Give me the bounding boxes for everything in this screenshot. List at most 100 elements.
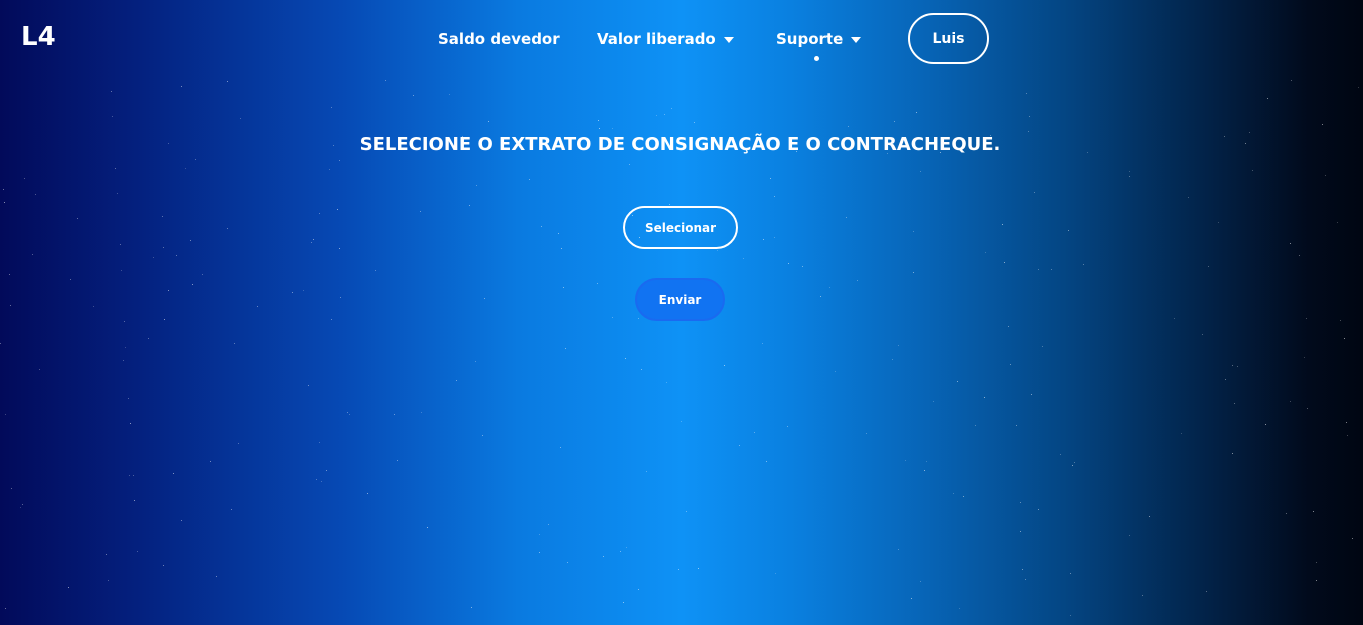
star-dot <box>190 240 191 241</box>
star-dot <box>894 121 895 122</box>
star-dot <box>181 86 182 87</box>
star-dot <box>1129 171 1130 172</box>
star-dot <box>134 500 135 501</box>
star-dot <box>32 254 33 255</box>
star-dot <box>959 608 960 609</box>
star-dot <box>108 580 109 581</box>
star-dot <box>10 305 11 306</box>
star-dot <box>168 290 169 291</box>
nav-item-label: Valor liberado <box>597 30 716 48</box>
star-dot <box>316 479 317 480</box>
star-dot <box>148 338 149 339</box>
star-dot <box>1306 318 1307 319</box>
star-dot <box>456 380 457 381</box>
star-dot <box>1072 465 1073 466</box>
star-dot <box>413 95 414 96</box>
star-dot <box>313 239 314 240</box>
star-dot <box>482 435 483 436</box>
star-dot <box>1299 255 1300 256</box>
star-dot <box>22 504 23 505</box>
star-dot <box>153 257 154 258</box>
star-dot <box>234 343 235 344</box>
star-dot <box>953 493 954 494</box>
star-dot <box>1025 579 1026 580</box>
star-dot <box>920 581 921 582</box>
star-dot <box>9 274 10 275</box>
star-dot <box>1358 87 1359 88</box>
star-dot <box>5 608 6 609</box>
star-dot <box>1325 175 1326 176</box>
star-dot <box>471 607 472 608</box>
star-dot <box>129 475 130 476</box>
star-dot <box>560 447 561 448</box>
nav-item-saldo-devedor[interactable]: Saldo devedor <box>438 29 560 49</box>
star-dot <box>739 445 740 446</box>
star-dot <box>603 556 604 557</box>
star-dot <box>820 296 821 297</box>
nav-item-suporte[interactable]: Suporte <box>776 29 862 49</box>
star-dot <box>337 209 338 210</box>
star-dot <box>1291 80 1292 81</box>
star-dot <box>829 287 830 288</box>
star-dot <box>68 587 69 588</box>
send-button[interactable]: Enviar <box>635 278 725 321</box>
star-dot <box>339 248 340 249</box>
caret-down-icon <box>851 37 862 43</box>
star-dot <box>669 204 670 205</box>
star-dot <box>620 551 621 552</box>
star-dot <box>1337 222 1338 223</box>
star-dot <box>770 178 771 179</box>
star-dot <box>115 168 116 169</box>
star-dot <box>1031 394 1032 395</box>
star-dot <box>216 576 217 577</box>
star-dot <box>1304 357 1305 358</box>
star-dot <box>77 218 78 219</box>
star-dot <box>375 270 376 271</box>
star-dot <box>421 412 422 413</box>
star-dot <box>469 205 470 206</box>
page-title: SELECIONE O EXTRATO DE CONSIGNAÇÃO E O C… <box>359 134 1001 155</box>
star-dot <box>257 306 258 307</box>
star-dot <box>1083 264 1084 265</box>
star-dot <box>1237 366 1238 367</box>
star-dot <box>563 287 564 288</box>
star-dot <box>561 248 562 249</box>
star-dot <box>420 211 421 212</box>
nav-item-valor-liberado[interactable]: Valor liberado <box>597 29 734 49</box>
star-dot <box>1290 401 1291 402</box>
star-dot <box>774 237 775 238</box>
star-dot <box>924 470 925 471</box>
star-dot <box>331 107 332 108</box>
star-dot <box>367 493 368 494</box>
star-dot <box>898 345 899 346</box>
select-file-button[interactable]: Selecionar <box>623 206 738 249</box>
star-dot <box>185 168 186 169</box>
star-dot <box>1070 615 1071 616</box>
star-dot <box>347 412 348 413</box>
nav-item-label: Suporte <box>776 30 844 48</box>
star-dot <box>176 255 177 256</box>
star-dot <box>985 252 986 253</box>
star-dot <box>308 385 309 386</box>
star-dot <box>311 242 312 243</box>
star-dot <box>1313 511 1314 512</box>
star-dot <box>125 347 126 348</box>
star-dot <box>137 551 138 552</box>
star-dot <box>1340 320 1341 321</box>
star-dot <box>754 432 755 433</box>
star-dot <box>646 471 647 472</box>
star-dot <box>724 365 725 366</box>
star-dot <box>163 565 164 566</box>
star-dot <box>788 263 789 264</box>
star-dot <box>319 213 320 214</box>
star-dot <box>397 460 398 461</box>
star-dot <box>227 228 228 229</box>
star-dot <box>133 475 134 476</box>
star-dot <box>565 348 566 349</box>
star-dot <box>1344 338 1345 339</box>
star-dot <box>625 358 626 359</box>
star-dot <box>916 112 917 113</box>
star-dot <box>24 178 25 179</box>
star-dot <box>717 250 718 251</box>
user-menu-button[interactable]: Luis <box>908 13 989 64</box>
